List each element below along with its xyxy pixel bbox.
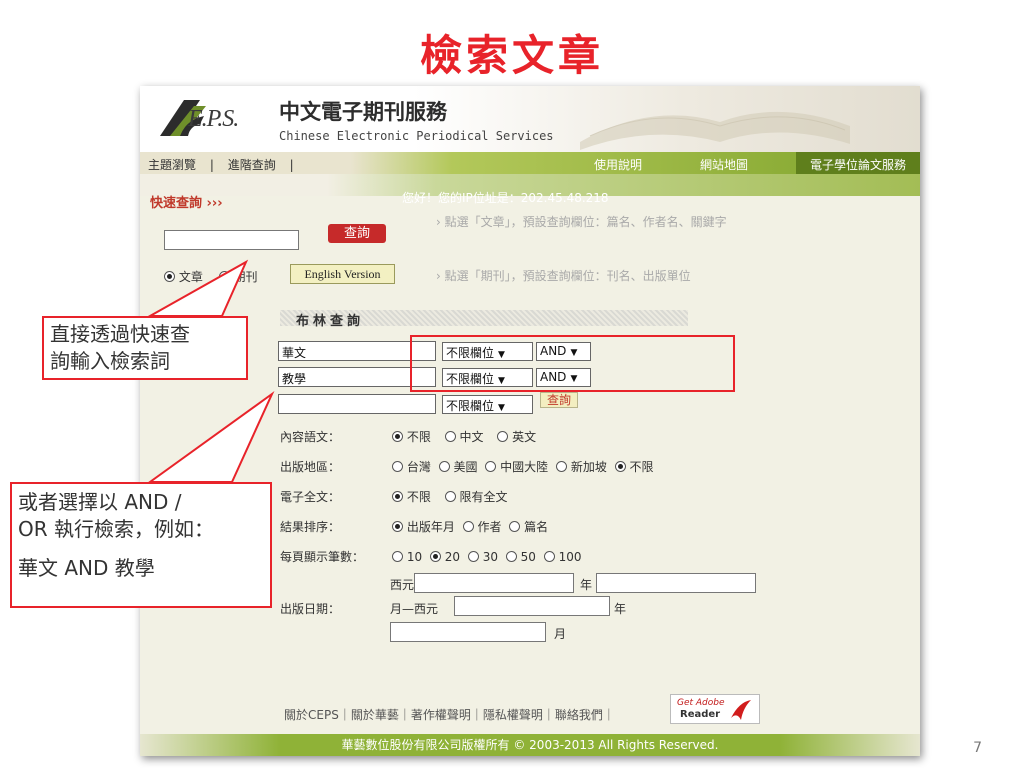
sort-options: 出版年月 作者 篇名 <box>392 518 558 535</box>
radio-region-any[interactable]: 不限 <box>614 460 654 474</box>
callout-quick-search: 直接透過快速查 詢輸入檢索詞 <box>42 316 248 380</box>
radio-unchecked-icon <box>444 431 456 442</box>
copyright-bar: 華藝數位股份有限公司版權所有 © 2003-2013 All Rights Re… <box>140 734 920 756</box>
radio-unchecked-icon <box>497 431 509 442</box>
radio-journal[interactable]: 期刊 <box>218 270 258 284</box>
nav-advanced-search[interactable]: 進階查詢 <box>228 158 276 172</box>
boolean-search-button[interactable]: 查詢 <box>540 392 578 408</box>
radio-perpage-100[interactable]: 100 <box>543 550 581 564</box>
nav-separator: | <box>289 158 294 172</box>
logo-text: E.P.S. <box>188 106 239 132</box>
footer-links[interactable]: 關於CEPS｜關於華藝｜著作權聲明｜隱私權聲明｜聯絡我們｜ <box>284 706 615 723</box>
radio-unchecked-icon <box>392 461 403 472</box>
radio-checked-icon <box>392 491 403 502</box>
radio-unchecked-icon <box>509 521 521 532</box>
slide-title: 檢索文章 <box>419 31 604 80</box>
boolean-field-3[interactable]: 不限欄位 ▼ <box>442 395 533 414</box>
tip-article: › 點選「文章」，預設查詢欄位：篇名、作者名、關鍵字 <box>436 215 727 229</box>
radio-perpage-20[interactable]: 20 <box>429 550 460 564</box>
site-subtitle: Chinese Electronic Periodical Services <box>279 129 554 143</box>
radio-unchecked-icon <box>438 461 450 472</box>
language-label: 內容語文： <box>280 430 341 444</box>
quick-search-label: 快速查詢 ››› <box>150 196 223 211</box>
quick-scope-radios: 文章 期刊 <box>164 268 270 285</box>
radio-region-singapore[interactable]: 新加坡 <box>556 460 607 474</box>
tip-journal: › 點選「期刊」，預設查詢欄位：刊名、出版單位 <box>436 269 691 283</box>
radio-unchecked-icon <box>543 551 555 562</box>
boolean-highlight-box <box>410 335 735 392</box>
adobe-reader-badge[interactable]: Get Adobe Reader <box>670 694 760 724</box>
radio-region-taiwan[interactable]: 台灣 <box>392 460 431 474</box>
date-month-label: 月 <box>554 627 567 641</box>
radio-perpage-30[interactable]: 30 <box>467 550 498 564</box>
region-options: 台灣 美國 中國大陸 新加坡 不限 <box>392 458 664 475</box>
radio-sort-date[interactable]: 出版年月 <box>392 520 455 534</box>
nav-thesis-service[interactable]: 電子學位論文服務 <box>796 152 920 174</box>
sort-label: 結果排序： <box>280 520 341 534</box>
radio-lang-chinese[interactable]: 中文 <box>444 430 484 444</box>
date-label: 出版日期： <box>280 602 341 616</box>
english-version-button[interactable]: English Version <box>290 264 395 284</box>
radio-region-usa[interactable]: 美國 <box>438 460 478 474</box>
radio-sort-author[interactable]: 作者 <box>462 520 502 534</box>
radio-checked-icon <box>429 551 441 562</box>
date-to-year[interactable] <box>454 596 610 616</box>
ceps-screenshot: E.P.S. 中文電子期刊服務 Chinese Electronic Perio… <box>140 86 920 756</box>
radio-perpage-50[interactable]: 50 <box>505 550 536 564</box>
slide-number: 7 <box>973 740 982 756</box>
site-title: 中文電子期刊服務 <box>279 100 447 124</box>
nav-sitemap[interactable]: 網站地圖 <box>700 156 748 173</box>
top-nav: 主題瀏覽 | 進階查詢 | 使用說明 網站地圖 電子學位論文服務 <box>140 152 920 174</box>
radio-fulltext-any[interactable]: 不限 <box>392 490 431 504</box>
radio-fulltext-only[interactable]: 限有全文 <box>444 490 508 504</box>
main-panel <box>140 174 920 734</box>
date-month-to-label: 月—西元 <box>390 602 439 616</box>
radio-checked-icon <box>392 521 403 532</box>
date-western-label: 西元 <box>390 578 415 592</box>
quick-search-button[interactable]: 查詢 <box>328 224 386 243</box>
radio-perpage-10[interactable]: 10 <box>392 550 422 564</box>
date-year-label: 年 <box>614 602 627 616</box>
radio-sort-title[interactable]: 篇名 <box>509 520 548 534</box>
radio-checked-icon <box>164 271 175 282</box>
radio-lang-any[interactable]: 不限 <box>392 430 431 444</box>
radio-checked-icon <box>614 461 626 472</box>
radio-unchecked-icon <box>556 461 568 472</box>
region-label: 出版地區： <box>280 460 341 474</box>
radio-region-china[interactable]: 中國大陸 <box>485 460 548 474</box>
date-to-month[interactable] <box>390 622 546 642</box>
nav-separator: | <box>209 158 214 172</box>
date-year-label: 年 <box>580 578 593 592</box>
nav-help[interactable]: 使用說明 <box>594 156 642 173</box>
fulltext-label: 電子全文： <box>280 490 341 504</box>
date-from-year[interactable] <box>414 573 574 593</box>
boolean-search-title: 布林查詢 <box>280 310 688 329</box>
radio-unchecked-icon <box>392 551 403 562</box>
nav-topic-browse[interactable]: 主題瀏覽 <box>148 158 196 172</box>
ip-address-text: 您好！您的IP位址是：202.45.48.218 <box>402 191 609 205</box>
fulltext-options: 不限 限有全文 <box>392 488 518 505</box>
radio-unchecked-icon <box>218 271 230 282</box>
language-options: 不限 中文 英文 <box>392 428 546 445</box>
radio-article[interactable]: 文章 <box>164 270 203 284</box>
site-banner: E.P.S. 中文電子期刊服務 Chinese Electronic Perio… <box>140 86 920 152</box>
radio-lang-english[interactable]: 英文 <box>497 430 536 444</box>
date-from-month[interactable] <box>596 573 756 593</box>
radio-unchecked-icon <box>467 551 479 562</box>
book-image <box>580 111 850 150</box>
quick-search-input[interactable] <box>164 230 299 250</box>
chevron-down-icon: ▼ <box>498 403 505 413</box>
radio-unchecked-icon <box>505 551 517 562</box>
boolean-term-3[interactable] <box>278 394 436 414</box>
radio-unchecked-icon <box>485 461 497 472</box>
callout-boolean: 或者選擇以 AND / OR 執行檢索，例如： 華文 AND 教學 <box>10 482 272 608</box>
perpage-label: 每頁顯示筆數： <box>280 550 365 564</box>
perpage-options: 10 20 30 50 100 <box>392 550 591 564</box>
radio-unchecked-icon <box>444 491 456 502</box>
radio-checked-icon <box>392 431 403 442</box>
adobe-reader-icon <box>731 700 751 720</box>
radio-unchecked-icon <box>462 521 474 532</box>
